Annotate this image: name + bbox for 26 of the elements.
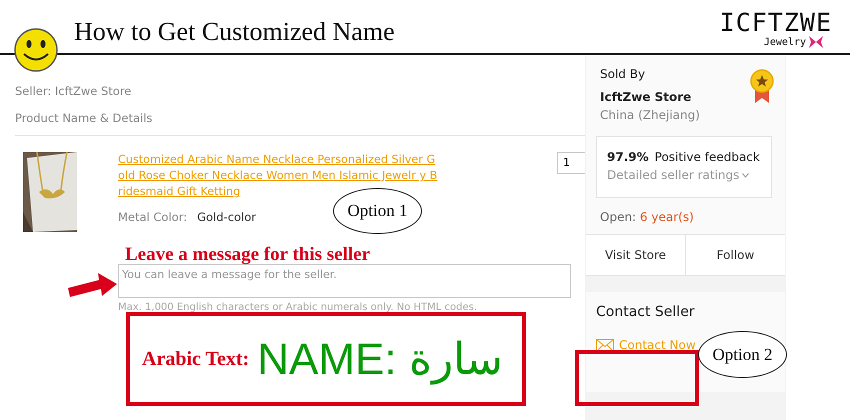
feedback-percent: 97.9% — [607, 150, 649, 164]
logo-tagline: Jewelry — [764, 36, 806, 48]
example-name: NAME: سارة — [257, 334, 503, 385]
example-label: Arabic Text: — [142, 348, 250, 370]
message-field[interactable]: You can leave a message for the seller. — [118, 264, 571, 298]
contact-title: Contact Seller — [596, 304, 696, 320]
quantity-field[interactable]: 1 — [557, 152, 585, 174]
logo-name: ICFTZWE — [720, 10, 832, 35]
attribute-label: Metal Color: — [118, 210, 188, 224]
envelope-icon — [596, 338, 614, 352]
attribute-value: Gold-color — [197, 210, 256, 224]
message-hint: Max. 1,000 English characters or Arabic numerals only. No HTML codes. — [118, 302, 478, 313]
butterfly-icon — [808, 35, 824, 49]
open-label: Open: — [600, 210, 636, 224]
open-duration: 6 year(s) — [640, 210, 694, 224]
store-location: China (Zhejiang) — [600, 108, 701, 122]
feedback-label: Positive feedback — [654, 150, 760, 164]
seller-label: Seller: IcftZwe Store — [15, 84, 132, 98]
page-title: How to Get Customized Name — [74, 17, 395, 48]
chevron-icon — [742, 172, 750, 178]
sold-by-label: Sold By — [600, 67, 646, 81]
store-name: IcftZwe Store — [600, 90, 692, 104]
section-label: Product Name & Details — [15, 111, 585, 136]
option-label: Option 1 — [333, 188, 422, 234]
callout-label: Leave a message for this seller — [125, 244, 370, 266]
medal-icon — [749, 69, 775, 103]
